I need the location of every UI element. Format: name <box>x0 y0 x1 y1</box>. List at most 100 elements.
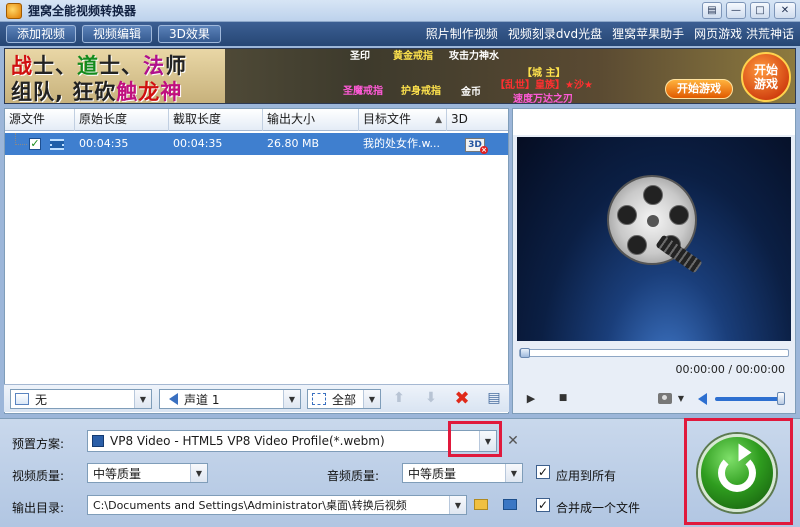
chevron-down-icon[interactable]: ▼ <box>449 496 466 514</box>
volume-slider[interactable] <box>715 397 779 401</box>
output-dir-value: C:\Documents and Settings\Administrator\… <box>93 499 407 512</box>
audio-quality-value: 中等质量 <box>408 466 457 481</box>
web-game-link[interactable]: 网页游戏 洪荒神话 <box>694 25 794 43</box>
chevron-down-icon[interactable]: ▼ <box>363 390 380 408</box>
video-edit-button[interactable]: 视频编辑 <box>82 25 153 43</box>
video-file-icon <box>49 138 64 150</box>
convert-button[interactable] <box>698 434 776 512</box>
seek-handle[interactable] <box>520 348 530 358</box>
maximize-button[interactable]: □ <box>750 2 770 19</box>
stop-icon[interactable]: ■ <box>555 391 571 405</box>
chevron-down-icon[interactable]: ▼ <box>505 464 522 482</box>
slogan-word: 组队, 狂砍 <box>11 80 117 104</box>
banner-text: 圣魔戒指 <box>343 86 383 97</box>
photo-video-link[interactable]: 照片制作视频 <box>426 25 498 43</box>
chevron-down-icon[interactable]: ▼ <box>673 391 689 405</box>
reel-center <box>647 215 659 227</box>
preset-dropdown-highlight <box>448 421 502 457</box>
banner-slogan-line2: 组队, 狂砍触龙神 <box>11 76 183 104</box>
file-list-header: 源文件 原始长度 截取长度 输出大小 目标文件 ▲ 3D <box>5 109 508 131</box>
3d-disabled-icon[interactable]: 3D × <box>465 138 488 154</box>
close-button[interactable]: ✕ <box>774 2 796 19</box>
video-quality-value: 中等质量 <box>93 466 142 481</box>
reel-hole <box>627 235 647 255</box>
move-down-icon[interactable]: ⬇ <box>421 389 441 407</box>
clip-length-cell: 00:04:35 <box>173 137 223 150</box>
file-checkbox[interactable]: ✓ <box>29 138 41 150</box>
audio-track-value: 声道 1 <box>184 392 220 407</box>
volume-icon[interactable] <box>698 393 707 405</box>
source-file-cell: ✓ <box>5 133 75 155</box>
reel-hole <box>617 205 637 225</box>
audio-track-select[interactable]: 声道 1 ▼ <box>159 389 301 409</box>
preset-value: VP8 Video - HTML5 VP8 Video Profile(*.we… <box>110 434 385 448</box>
merge-checkbox[interactable]: ✓ <box>536 498 550 512</box>
move-up-icon[interactable]: ⬆ <box>389 389 409 407</box>
disabled-mark-icon: × <box>480 146 488 154</box>
apple-helper-link[interactable]: 狸窝苹果助手 <box>612 25 684 43</box>
slogan-word: 战 <box>11 54 33 78</box>
window-title: 狸窝全能视频转换器 <box>28 4 137 18</box>
table-row[interactable]: ✓ 00:04:35 00:04:35 26.80 MB 我的处女作.w... … <box>5 133 508 155</box>
preset-select[interactable]: VP8 Video - HTML5 VP8 Video Profile(*.we… <box>87 430 497 452</box>
banner-text: 攻击力神水 <box>449 51 499 62</box>
skin-menu-button[interactable]: ▤ <box>702 2 722 19</box>
target-file-cell: 我的处女作.w... <box>363 137 440 150</box>
speaker-icon <box>164 393 178 405</box>
column-clip-length[interactable]: 截取长度 <box>169 109 263 131</box>
volume-handle[interactable] <box>777 392 785 405</box>
slogan-word: 法 <box>143 54 165 78</box>
arrow-tip-icon <box>738 443 752 462</box>
select-all-icon <box>312 393 326 405</box>
slogan-word: 士、 <box>33 54 77 78</box>
preset-format-icon <box>92 435 104 447</box>
camera-icon[interactable] <box>658 393 672 404</box>
dvd-burn-link[interactable]: 视频刻录dvd光盘 <box>508 25 602 43</box>
open-folder-icon[interactable] <box>503 499 517 510</box>
chevron-down-icon[interactable]: ▼ <box>283 390 300 408</box>
toolbar-links: 照片制作视频 视频刻录dvd光盘 狸窝苹果助手 网页游戏 洪荒神话 <box>426 25 794 43</box>
sort-arrow-icon: ▲ <box>435 115 442 125</box>
banner-text: 速度万达之刃 <box>513 94 573 104</box>
preview-header <box>513 109 795 135</box>
original-length-cell: 00:04:35 <box>79 137 129 150</box>
clear-list-icon[interactable]: ▤ <box>484 389 504 407</box>
apply-all-label: 应用到所有 <box>556 469 617 483</box>
subtitle-value: 无 <box>35 392 48 407</box>
play-icon[interactable]: ▶ <box>523 391 539 405</box>
column-original-length[interactable]: 原始长度 <box>75 109 169 131</box>
delete-icon[interactable]: ✖ <box>452 388 472 409</box>
slogan-word: 士、 <box>99 54 143 78</box>
slogan-word: 师 <box>165 54 187 78</box>
ad-banner[interactable]: 战士、道士、法师 组队, 狂砍触龙神 圣印 黄金戒指 攻击力神水 圣魔戒指 护身… <box>4 48 796 104</box>
minimize-button[interactable]: — <box>726 2 746 19</box>
chevron-down-icon[interactable]: ▼ <box>190 464 207 482</box>
preview-panel: 00:00:00 / 00:00:00 ▶ ■ ▼ <box>512 108 796 414</box>
column-source-file[interactable]: 源文件 <box>5 109 75 131</box>
chevron-down-icon[interactable]: ▼ <box>134 390 151 408</box>
list-control-bar: 无 ▼ 声道 1 ▼ 全部 ▼ ⬆ ⬇ ✖ ▤ <box>4 384 509 412</box>
app-logo-icon <box>6 2 22 19</box>
column-3d[interactable]: 3D <box>447 109 507 131</box>
start-game-circle-button[interactable]: 开始 游戏 <box>741 52 791 102</box>
browse-folder-icon[interactable] <box>474 499 488 510</box>
3d-effect-button[interactable]: 3D效果 <box>158 25 221 43</box>
start-game-button[interactable]: 开始游戏 <box>665 79 733 99</box>
apply-all-checkbox[interactable]: ✓ <box>536 465 550 479</box>
seek-bar[interactable] <box>519 348 789 358</box>
settings-wrench-icon[interactable]: ✕ <box>505 433 521 449</box>
add-video-button[interactable]: 添加视频 <box>6 25 77 43</box>
title-bar: 狸窝全能视频转换器 ▤ — □ ✕ <box>0 0 800 22</box>
column-target-file-label: 目标文件 <box>363 112 412 126</box>
window-controls: ▤ — □ ✕ <box>702 2 796 19</box>
output-dir-select[interactable]: C:\Documents and Settings\Administrator\… <box>87 495 467 515</box>
slogan-word: 神 <box>160 80 183 104</box>
reel-hole <box>669 205 689 225</box>
video-quality-select[interactable]: 中等质量 ▼ <box>87 463 208 483</box>
video-quality-label: 视频质量: <box>12 469 65 483</box>
column-output-size[interactable]: 输出大小 <box>263 109 359 131</box>
selection-select[interactable]: 全部 ▼ <box>307 389 381 409</box>
subtitle-select[interactable]: 无 ▼ <box>10 389 152 409</box>
audio-quality-select[interactable]: 中等质量 ▼ <box>402 463 523 483</box>
column-target-file[interactable]: 目标文件 ▲ <box>359 109 447 131</box>
